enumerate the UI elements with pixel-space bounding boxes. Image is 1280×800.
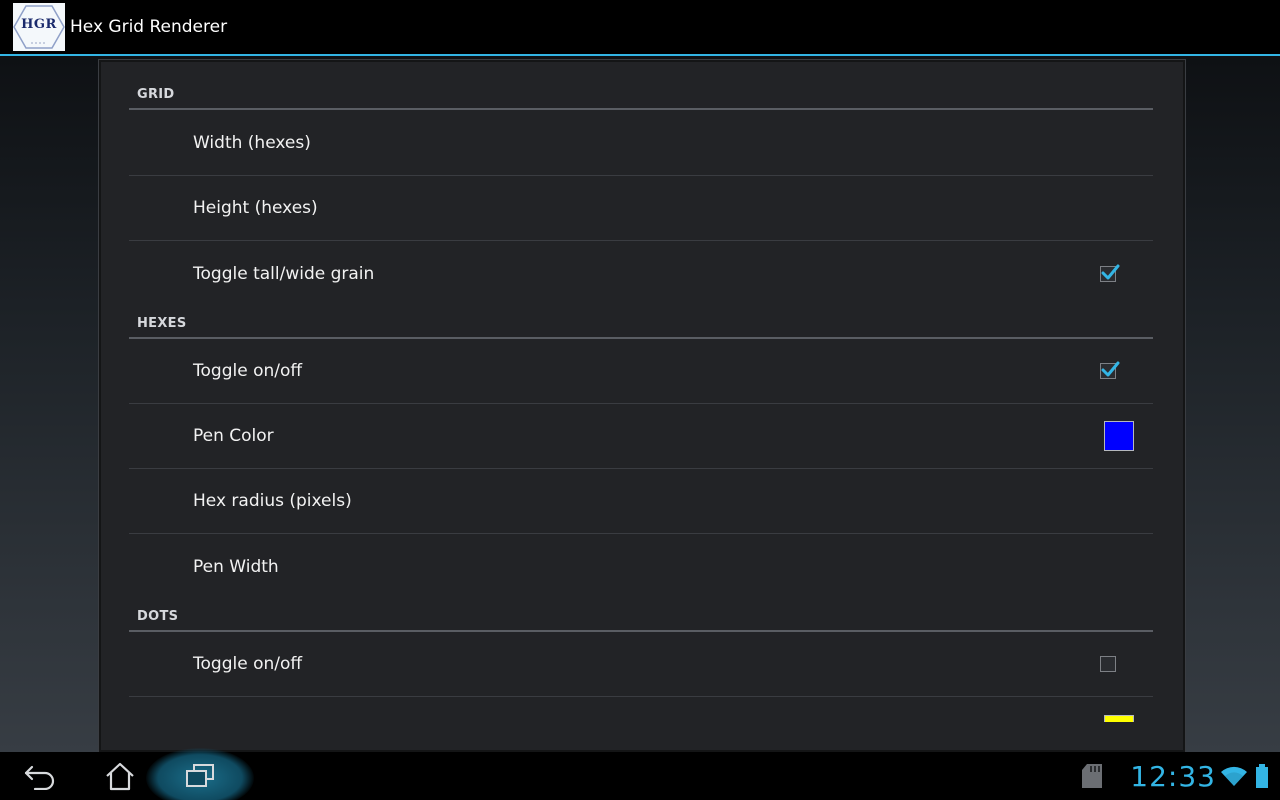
pref-label: Toggle on/off <box>193 654 303 674</box>
pref-grid-width[interactable]: Width (hexes) <box>129 111 1153 176</box>
grain-checkbox[interactable] <box>1100 264 1120 282</box>
back-button[interactable] <box>0 752 80 800</box>
app-logo-text: HGR <box>21 16 57 32</box>
pref-label: Hex radius (pixels) <box>193 491 352 511</box>
battery-icon <box>1256 764 1268 788</box>
category-dots: DOTS <box>129 584 1153 632</box>
checkmark-icon <box>1101 264 1120 279</box>
screen: HGR Hex Grid Renderer GRID Width (hexes)… <box>0 0 1280 800</box>
home-button[interactable] <box>80 752 160 800</box>
pref-label: Toggle on/off <box>193 361 303 381</box>
category-hexes: HEXES <box>129 291 1153 339</box>
action-bar: HGR Hex Grid Renderer <box>0 0 1280 56</box>
back-icon <box>24 765 55 790</box>
category-title: HEXES <box>137 316 187 331</box>
pref-label: Height (hexes) <box>193 198 318 218</box>
status-area[interactable]: 12:33 <box>1080 752 1270 800</box>
recent-apps-button[interactable] <box>160 752 240 800</box>
color-swatch[interactable] <box>1104 421 1134 451</box>
app-logo-icon[interactable]: HGR <box>13 3 65 51</box>
pref-label: Toggle tall/wide grain <box>193 263 375 284</box>
pref-label: Pen Color <box>193 426 274 446</box>
system-nav-bar: 12:33 <box>0 748 1280 800</box>
dots-toggle-checkbox[interactable] <box>1100 656 1116 672</box>
category-grid: GRID <box>129 62 1153 110</box>
clock: 12:33 <box>1130 759 1216 793</box>
pref-hex-radius[interactable]: Hex radius (pixels) <box>129 469 1153 534</box>
app-title: Hex Grid Renderer <box>70 17 228 37</box>
pref-label: Width (hexes) <box>193 133 311 153</box>
checkmark-icon <box>1101 361 1120 377</box>
home-icon <box>106 762 134 791</box>
category-title: GRID <box>137 87 175 102</box>
pref-grid-height[interactable]: Height (hexes) <box>129 176 1153 241</box>
pref-dots-toggle[interactable]: Toggle on/off <box>129 632 1153 697</box>
pref-hexes-pen-color[interactable]: Pen Color <box>129 404 1153 469</box>
pref-dots-pen-color[interactable] <box>129 697 1153 750</box>
pref-hexes-toggle[interactable]: Toggle on/off <box>129 339 1153 404</box>
hexes-toggle-checkbox[interactable] <box>1100 361 1120 379</box>
color-swatch[interactable] <box>1104 715 1134 722</box>
category-title: DOTS <box>137 609 179 624</box>
recent-apps-icon <box>186 764 214 787</box>
preferences-list: GRID Width (hexes) Height (hexes) Toggle… <box>99 60 1185 752</box>
pref-label: Pen Width <box>193 556 279 577</box>
sd-card-icon <box>1082 764 1103 788</box>
wifi-icon <box>1221 766 1247 786</box>
